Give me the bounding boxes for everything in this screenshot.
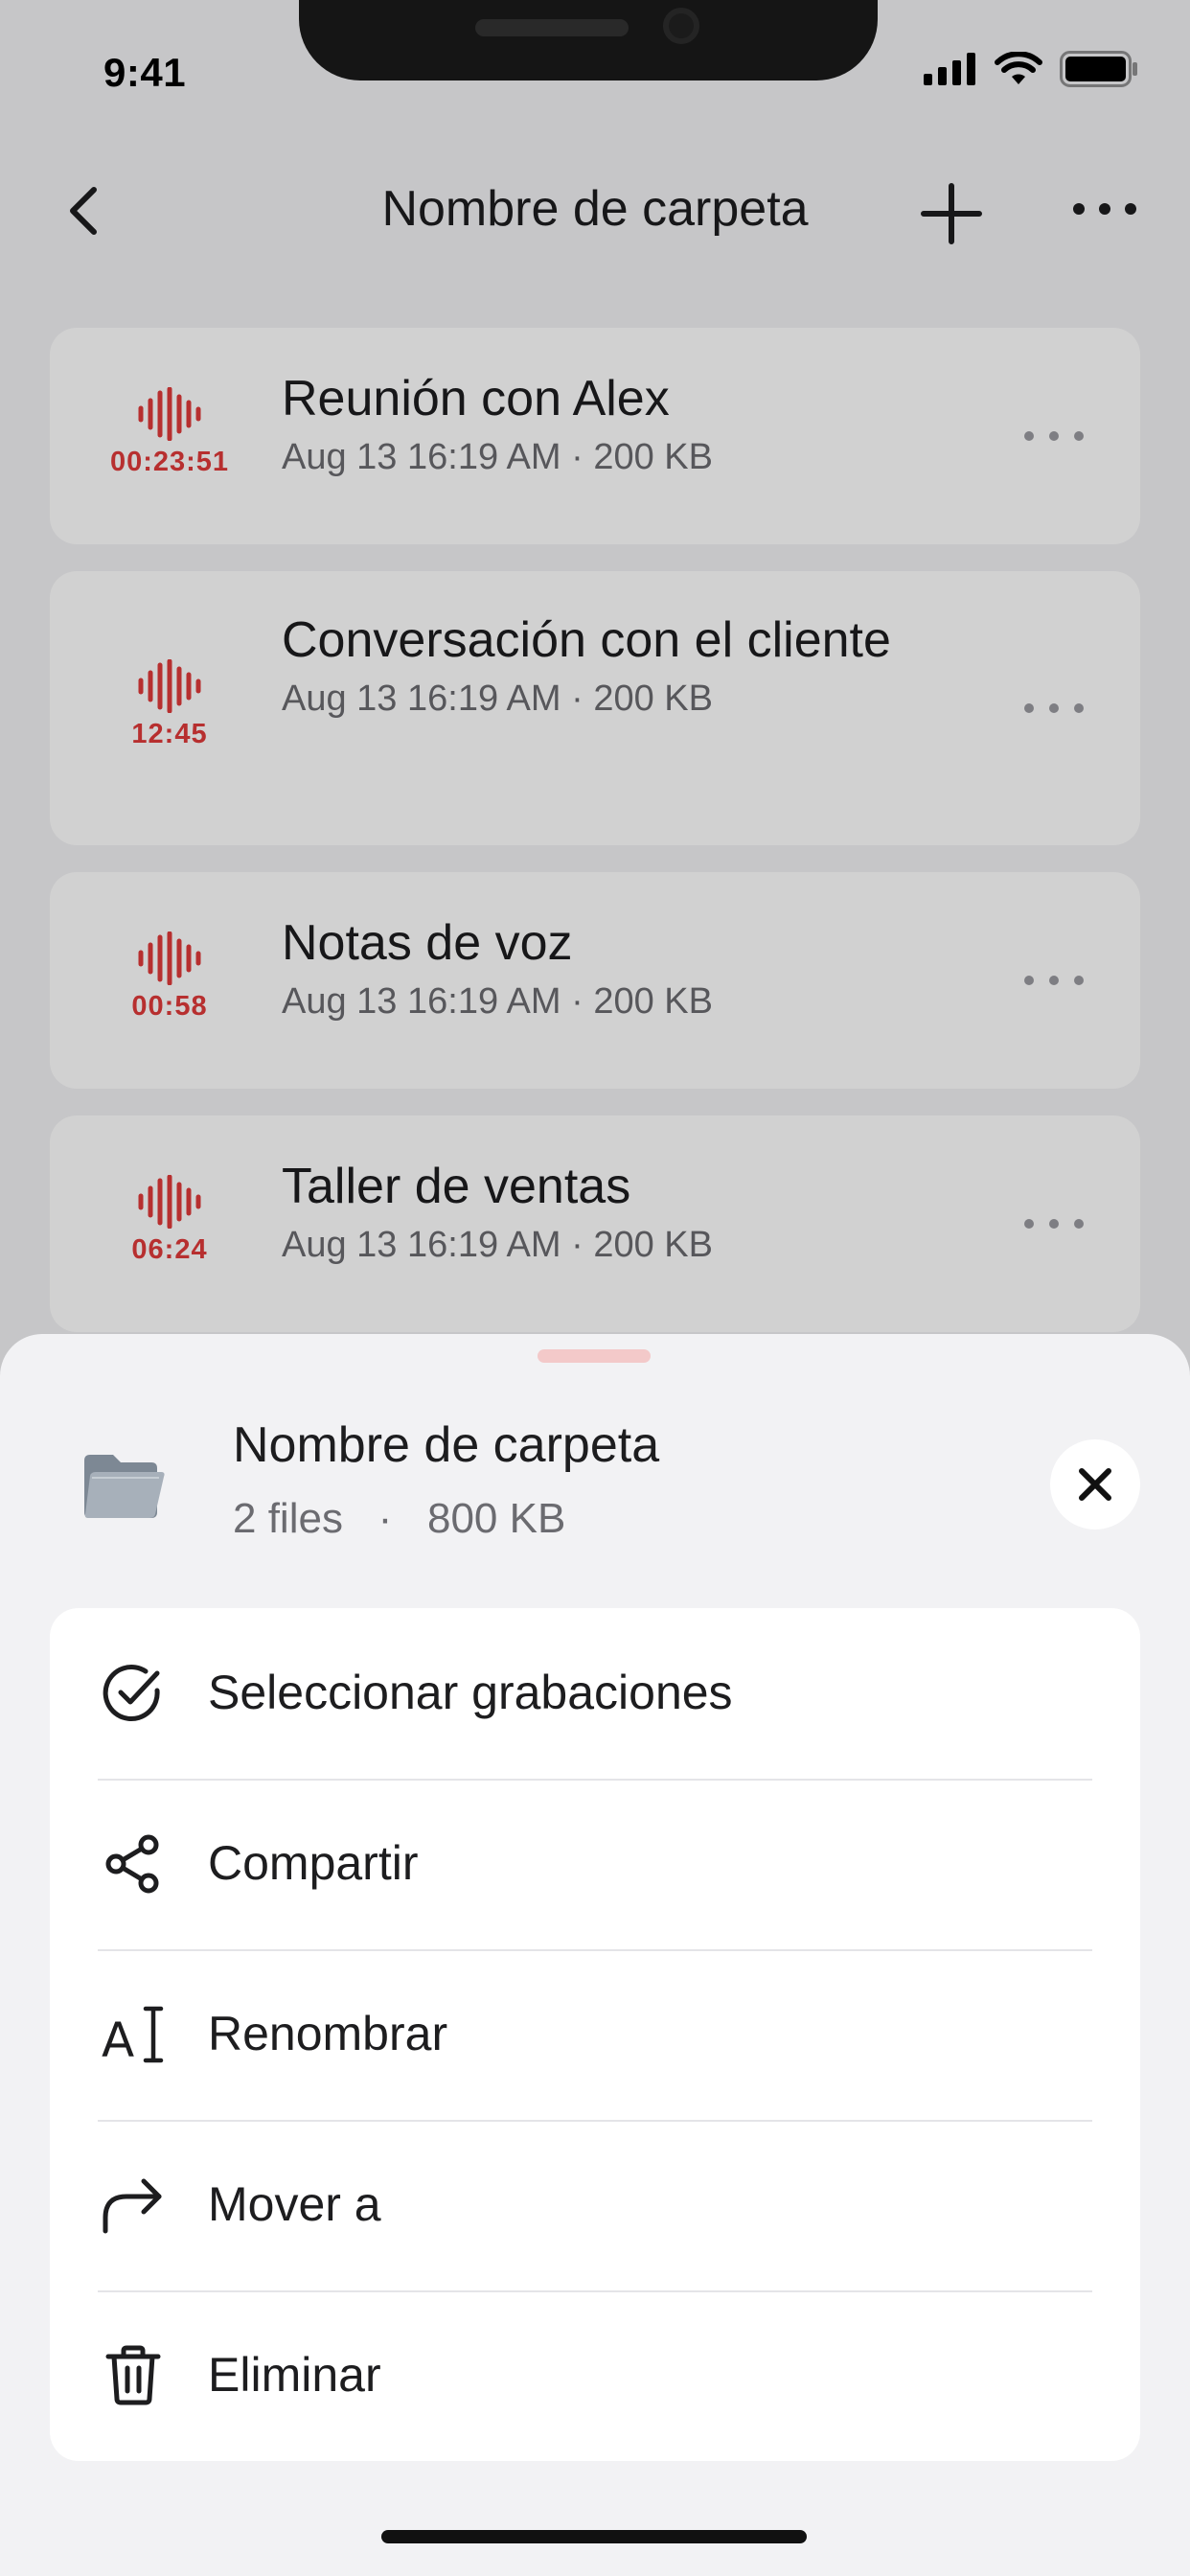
folder-size: 800 KB (426, 1495, 566, 1542)
action-rename[interactable]: A Renombrar (50, 1949, 1140, 2120)
cellular-signal-icon (924, 53, 975, 85)
recording-title: Taller de ventas (282, 1159, 631, 1214)
recording-icon-block: 00:23:51 (103, 387, 237, 478)
recording-title: Notas de voz (282, 915, 573, 971)
recording-duration: 12:45 (131, 719, 208, 749)
check-circle-icon (100, 1660, 167, 1727)
action-move-to[interactable]: Mover a (50, 2120, 1140, 2290)
recording-card[interactable]: 00:23:51 Reunión con Alex Aug 13 16:19 A… (50, 328, 1140, 544)
summary-separator: · (378, 1495, 393, 1542)
recording-more-icon[interactable] (1023, 699, 1085, 718)
sheet-grabber[interactable] (538, 1349, 651, 1363)
svg-text:A: A (102, 2012, 134, 2066)
recording-card[interactable]: 06:24 Taller de ventas Aug 13 16:19 AM ·… (50, 1116, 1140, 1332)
folder-icon (84, 1455, 165, 1518)
close-icon (1079, 1468, 1111, 1501)
action-label: Eliminar (208, 2348, 381, 2402)
rename-icon: A (100, 2001, 167, 2068)
sheet-folder-summary: 2 files · 800 KB (233, 1495, 565, 1543)
action-share[interactable]: Compartir (50, 1779, 1140, 1949)
waveform-icon (138, 1175, 201, 1229)
recording-card[interactable]: 00:58 Notas de voz Aug 13 16:19 AM · 200… (50, 872, 1140, 1089)
recording-more-icon[interactable] (1023, 971, 1085, 990)
recording-meta: Aug 13 16:19 AM · 200 KB (282, 1225, 713, 1265)
nav-title: Nombre de carpeta (381, 181, 809, 237)
more-options-icon[interactable] (1071, 190, 1138, 228)
recording-meta: Aug 13 16:19 AM · 200 KB (282, 981, 713, 1022)
action-select-recordings[interactable]: Seleccionar grabaciones (50, 1608, 1140, 1779)
recording-text: Reunión con Alex Aug 13 16:19 AM · 200 K… (282, 366, 895, 478)
recording-text: Taller de ventas Aug 13 16:19 AM · 200 K… (282, 1154, 895, 1266)
action-label: Mover a (208, 2177, 381, 2231)
recording-icon-block: 00:58 (103, 932, 237, 1023)
waveform-icon (138, 659, 201, 713)
recording-duration: 00:23:51 (109, 447, 230, 477)
recording-text: Conversación con el cliente Aug 13 16:19… (282, 608, 895, 720)
waveform-icon (138, 932, 201, 985)
recordings-list: 00:23:51 Reunión con Alex Aug 13 16:19 A… (50, 328, 1140, 1359)
waveform-icon (138, 387, 201, 441)
recording-meta: Aug 13 16:19 AM · 200 KB (282, 437, 713, 477)
home-indicator (381, 2530, 807, 2543)
screen: 9:41 Nombre de carpeta 00:23:51 Reunión … (0, 0, 1190, 2576)
status-time: 9:41 (103, 50, 187, 95)
recording-text: Notas de voz Aug 13 16:19 AM · 200 KB (282, 910, 895, 1023)
recording-more-icon[interactable] (1023, 426, 1085, 446)
action-label: Seleccionar grabaciones (208, 1666, 733, 1719)
folder-options-sheet: Nombre de carpeta 2 files · 800 KB Selec… (0, 1334, 1190, 2576)
close-button[interactable] (1050, 1439, 1140, 1530)
action-delete[interactable]: Eliminar (50, 2290, 1140, 2461)
recording-card[interactable]: 12:45 Conversación con el cliente Aug 13… (50, 571, 1140, 845)
add-icon[interactable] (918, 180, 985, 247)
notch-speaker (475, 19, 629, 36)
recording-title: Reunión con Alex (282, 371, 670, 426)
status-icons (924, 50, 1138, 88)
sheet-folder-name: Nombre de carpeta (233, 1417, 660, 1473)
folder-actions-menu: Seleccionar grabaciones Compartir A Reno… (50, 1608, 1140, 2461)
recording-icon-block: 12:45 (103, 659, 237, 750)
recording-duration: 06:24 (131, 1234, 208, 1265)
recording-more-icon[interactable] (1023, 1214, 1085, 1233)
forward-arrow-icon (100, 2172, 167, 2239)
action-label: Compartir (208, 1836, 419, 1890)
wifi-icon (995, 52, 1042, 84)
notch-camera (663, 8, 699, 44)
recording-title: Conversación con el cliente (282, 612, 891, 668)
recording-meta: Aug 13 16:19 AM · 200 KB (282, 678, 713, 719)
navigation-bar: Nombre de carpeta (0, 163, 1190, 259)
recording-duration: 00:58 (131, 991, 208, 1022)
battery-icon (1060, 51, 1137, 87)
trash-icon (100, 2342, 167, 2409)
recording-icon-block: 06:24 (103, 1175, 237, 1266)
device-notch (299, 0, 878, 80)
action-label: Renombrar (208, 2007, 448, 2060)
share-icon (100, 1830, 167, 1898)
folder-file-count: 2 files (233, 1495, 343, 1542)
